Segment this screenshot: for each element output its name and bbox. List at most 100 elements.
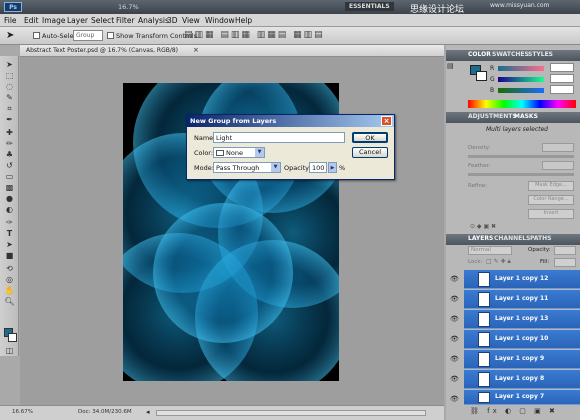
- layers-opacity-field[interactable]: [554, 246, 576, 255]
- cancel-button[interactable]: Cancel: [352, 147, 388, 158]
- visibility-eye-icon[interactable]: 👁︎: [446, 350, 463, 369]
- brush-tool-icon[interactable]: ✏: [3, 139, 16, 149]
- blur-tool-icon[interactable]: ●: [3, 194, 16, 204]
- dodge-tool-icon[interactable]: ◐: [3, 205, 16, 215]
- visibility-eye-icon[interactable]: 👁︎: [446, 270, 463, 289]
- quick-select-tool-icon[interactable]: ✎: [3, 93, 16, 103]
- auto-select-dropdown[interactable]: Group: [73, 30, 103, 41]
- tab-adjustments[interactable]: ADJUSTMENTS: [468, 113, 517, 120]
- menu-file[interactable]: File: [4, 16, 17, 25]
- eraser-tool-icon[interactable]: ▭: [3, 172, 16, 182]
- blue-slider[interactable]: [498, 88, 544, 93]
- color-spectrum-bar[interactable]: [468, 100, 576, 108]
- status-zoom[interactable]: 16.67%: [12, 409, 33, 415]
- marquee-tool-icon[interactable]: ⬚: [3, 71, 16, 81]
- green-value[interactable]: [550, 74, 574, 83]
- pen-tool-icon[interactable]: ✑: [3, 218, 16, 228]
- history-brush-tool-icon[interactable]: ↺: [3, 161, 16, 171]
- tab-paths[interactable]: PATHS: [530, 235, 551, 242]
- gradient-tool-icon[interactable]: ▩: [3, 183, 16, 193]
- crop-tool-icon[interactable]: ⌗: [3, 104, 16, 114]
- horizontal-scrollbar[interactable]: [156, 410, 426, 416]
- green-label: G: [490, 76, 495, 83]
- feather-slider[interactable]: [468, 173, 574, 176]
- blue-value[interactable]: [550, 85, 574, 94]
- 3d-rotate-tool-icon[interactable]: ⟲: [3, 264, 16, 274]
- dialog-close-button[interactable]: ×: [381, 116, 392, 126]
- layer-row[interactable]: Layer 1 copy 11: [464, 290, 580, 309]
- document-tab[interactable]: Abstract Text Poster.psd @ 16.7% (Canvas…: [20, 45, 444, 57]
- red-slider[interactable]: [498, 66, 544, 71]
- show-transform-checkbox[interactable]: [107, 32, 114, 39]
- shape-tool-icon[interactable]: ■: [3, 251, 16, 261]
- mask-edge-button[interactable]: Mask Edge...: [528, 181, 574, 191]
- group-name-input[interactable]: Light: [213, 132, 345, 143]
- tab-layers[interactable]: LAYERS: [468, 235, 493, 242]
- color-bg-swatch[interactable]: [476, 71, 487, 81]
- menu-layer[interactable]: Layer: [67, 16, 88, 25]
- menu-image[interactable]: Image: [42, 16, 66, 25]
- status-scroll-left-icon[interactable]: ◂: [146, 408, 150, 416]
- opacity-input[interactable]: 100: [309, 162, 327, 173]
- layer-row[interactable]: Layer 1 copy 12: [464, 270, 580, 289]
- mask-footer-icons[interactable]: ⊙ ◆ ▣ ✖: [470, 223, 496, 230]
- menu-select[interactable]: Select: [91, 16, 114, 25]
- layers-footer-icons[interactable]: ⛓ fx ◐ ▢ ▣ ✖: [470, 407, 558, 415]
- align-icons[interactable]: ▤▥▦ ▤▥▦ ▥▦▤ ▦▥▤: [184, 30, 325, 40]
- move-tool-icon[interactable]: ➤: [6, 30, 14, 41]
- layer-row[interactable]: Layer 1 copy 9: [464, 350, 580, 369]
- blend-mode-select[interactable]: Normal: [468, 246, 512, 255]
- tab-swatches[interactable]: SWATCHES: [492, 51, 529, 58]
- layer-row[interactable]: Layer 1 copy 13: [464, 310, 580, 329]
- density-field[interactable]: [542, 143, 574, 152]
- visibility-eye-icon[interactable]: 👁︎: [446, 310, 463, 329]
- opacity-stepper[interactable]: ▶: [328, 162, 337, 173]
- workspace-button[interactable]: ESSENTIALS: [345, 2, 394, 11]
- layers-fill-field[interactable]: [554, 258, 576, 267]
- close-tab-icon[interactable]: ×: [193, 46, 199, 54]
- 3d-orbit-tool-icon[interactable]: ◎: [3, 275, 16, 285]
- invert-button[interactable]: Invert: [528, 209, 574, 219]
- menu-analysis[interactable]: Analysis: [138, 16, 169, 25]
- red-value[interactable]: [550, 63, 574, 72]
- ok-button[interactable]: OK: [352, 132, 388, 143]
- tab-masks[interactable]: MASKS: [514, 113, 538, 120]
- mode-select[interactable]: Pass Through ▼: [213, 162, 281, 173]
- visibility-eye-icon[interactable]: 👁︎: [446, 390, 463, 409]
- menu-filter[interactable]: Filter: [116, 16, 135, 25]
- menu-edit[interactable]: Edit: [24, 16, 39, 25]
- color-range-button[interactable]: Color Range...: [528, 195, 574, 205]
- stamp-tool-icon[interactable]: ♣: [3, 150, 16, 160]
- visibility-eye-icon[interactable]: 👁︎: [446, 330, 463, 349]
- visibility-eye-icon[interactable]: 👁︎: [446, 370, 463, 389]
- visibility-eye-icon[interactable]: 👁︎: [446, 290, 463, 309]
- green-slider[interactable]: [498, 77, 544, 82]
- tab-channels[interactable]: CHANNELS: [494, 235, 530, 242]
- tab-color[interactable]: COLOR: [468, 51, 491, 58]
- panel-collapse-icon[interactable]: ▤: [447, 62, 454, 70]
- zoom-level[interactable]: 16.7%: [118, 3, 139, 11]
- auto-select-checkbox[interactable]: [33, 32, 40, 39]
- healing-tool-icon[interactable]: ✚: [3, 128, 16, 138]
- quick-mask-icon[interactable]: ◫: [3, 346, 16, 356]
- layer-row[interactable]: Layer 1 copy 8: [464, 370, 580, 389]
- type-tool-icon[interactable]: T: [3, 229, 16, 239]
- layer-row[interactable]: Layer 1 copy 7: [464, 390, 580, 405]
- eyedropper-tool-icon[interactable]: ✒: [3, 115, 16, 125]
- background-color-swatch[interactable]: [8, 333, 17, 342]
- density-slider[interactable]: [468, 155, 574, 158]
- color-select[interactable]: None ▼: [213, 147, 265, 158]
- menu-window[interactable]: Window: [205, 16, 235, 25]
- zoom-tool-icon[interactable]: 🔍︎: [3, 297, 16, 307]
- menu-help[interactable]: Help: [235, 16, 252, 25]
- menu-view[interactable]: View: [182, 16, 200, 25]
- path-select-tool-icon[interactable]: ➤: [3, 240, 16, 250]
- lasso-tool-icon[interactable]: ◌: [3, 82, 16, 92]
- tab-styles[interactable]: STYLES: [528, 51, 553, 58]
- hand-tool-icon[interactable]: ✋: [3, 286, 16, 296]
- lock-icons[interactable]: □ ✎ ✚ 🔒︎: [486, 258, 511, 266]
- layer-row[interactable]: Layer 1 copy 10: [464, 330, 580, 349]
- menu-3d[interactable]: 3D: [167, 16, 178, 25]
- move-tool-icon[interactable]: ➤: [3, 60, 16, 70]
- feather-field[interactable]: [542, 161, 574, 170]
